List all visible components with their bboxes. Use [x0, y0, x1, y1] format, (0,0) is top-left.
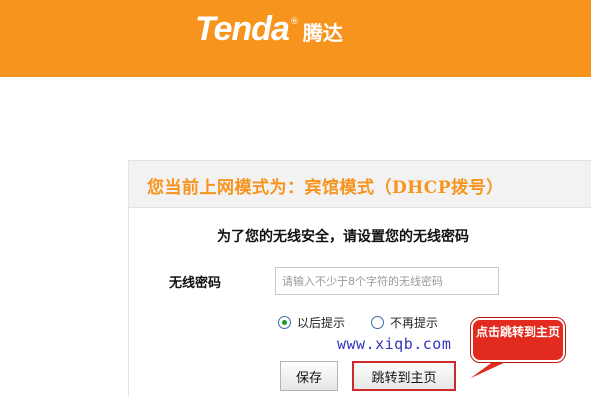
wireless-security-prompt: 为了您的无线安全，请设置您的无线密码	[217, 229, 469, 245]
top-header-bar: Tenda ® 腾达	[0, 0, 591, 77]
remind-later-option[interactable]: 以后提示	[278, 314, 345, 331]
tenda-logo: Tenda ® 腾达	[195, 10, 343, 48]
annotation-callout: 点击跳转到主页	[470, 317, 566, 363]
remind-later-label: 以后提示	[297, 316, 346, 330]
mode-banner: 您当前上网模式为：宾馆模式（DHCP拨号）	[129, 160, 591, 208]
save-button[interactable]: 保存	[280, 361, 338, 391]
logo-brand-text: Tenda	[195, 10, 290, 48]
never-remind-radio[interactable]	[371, 316, 384, 329]
registered-mark: ®	[289, 17, 299, 27]
go-to-homepage-button[interactable]: 跳转到主页	[352, 361, 456, 391]
site-watermark: www.xiqb.com	[337, 335, 452, 353]
wireless-password-input[interactable]	[275, 267, 499, 295]
logo-chinese-text: 腾达	[302, 21, 343, 45]
current-mode-text: 您当前上网模式为：宾馆模式（DHCP拨号）	[147, 178, 504, 198]
remind-later-radio[interactable]	[278, 316, 291, 329]
never-remind-label: 不再提示	[390, 316, 439, 330]
wireless-password-label: 无线密码	[169, 276, 222, 291]
never-remind-option[interactable]: 不再提示	[371, 314, 438, 331]
